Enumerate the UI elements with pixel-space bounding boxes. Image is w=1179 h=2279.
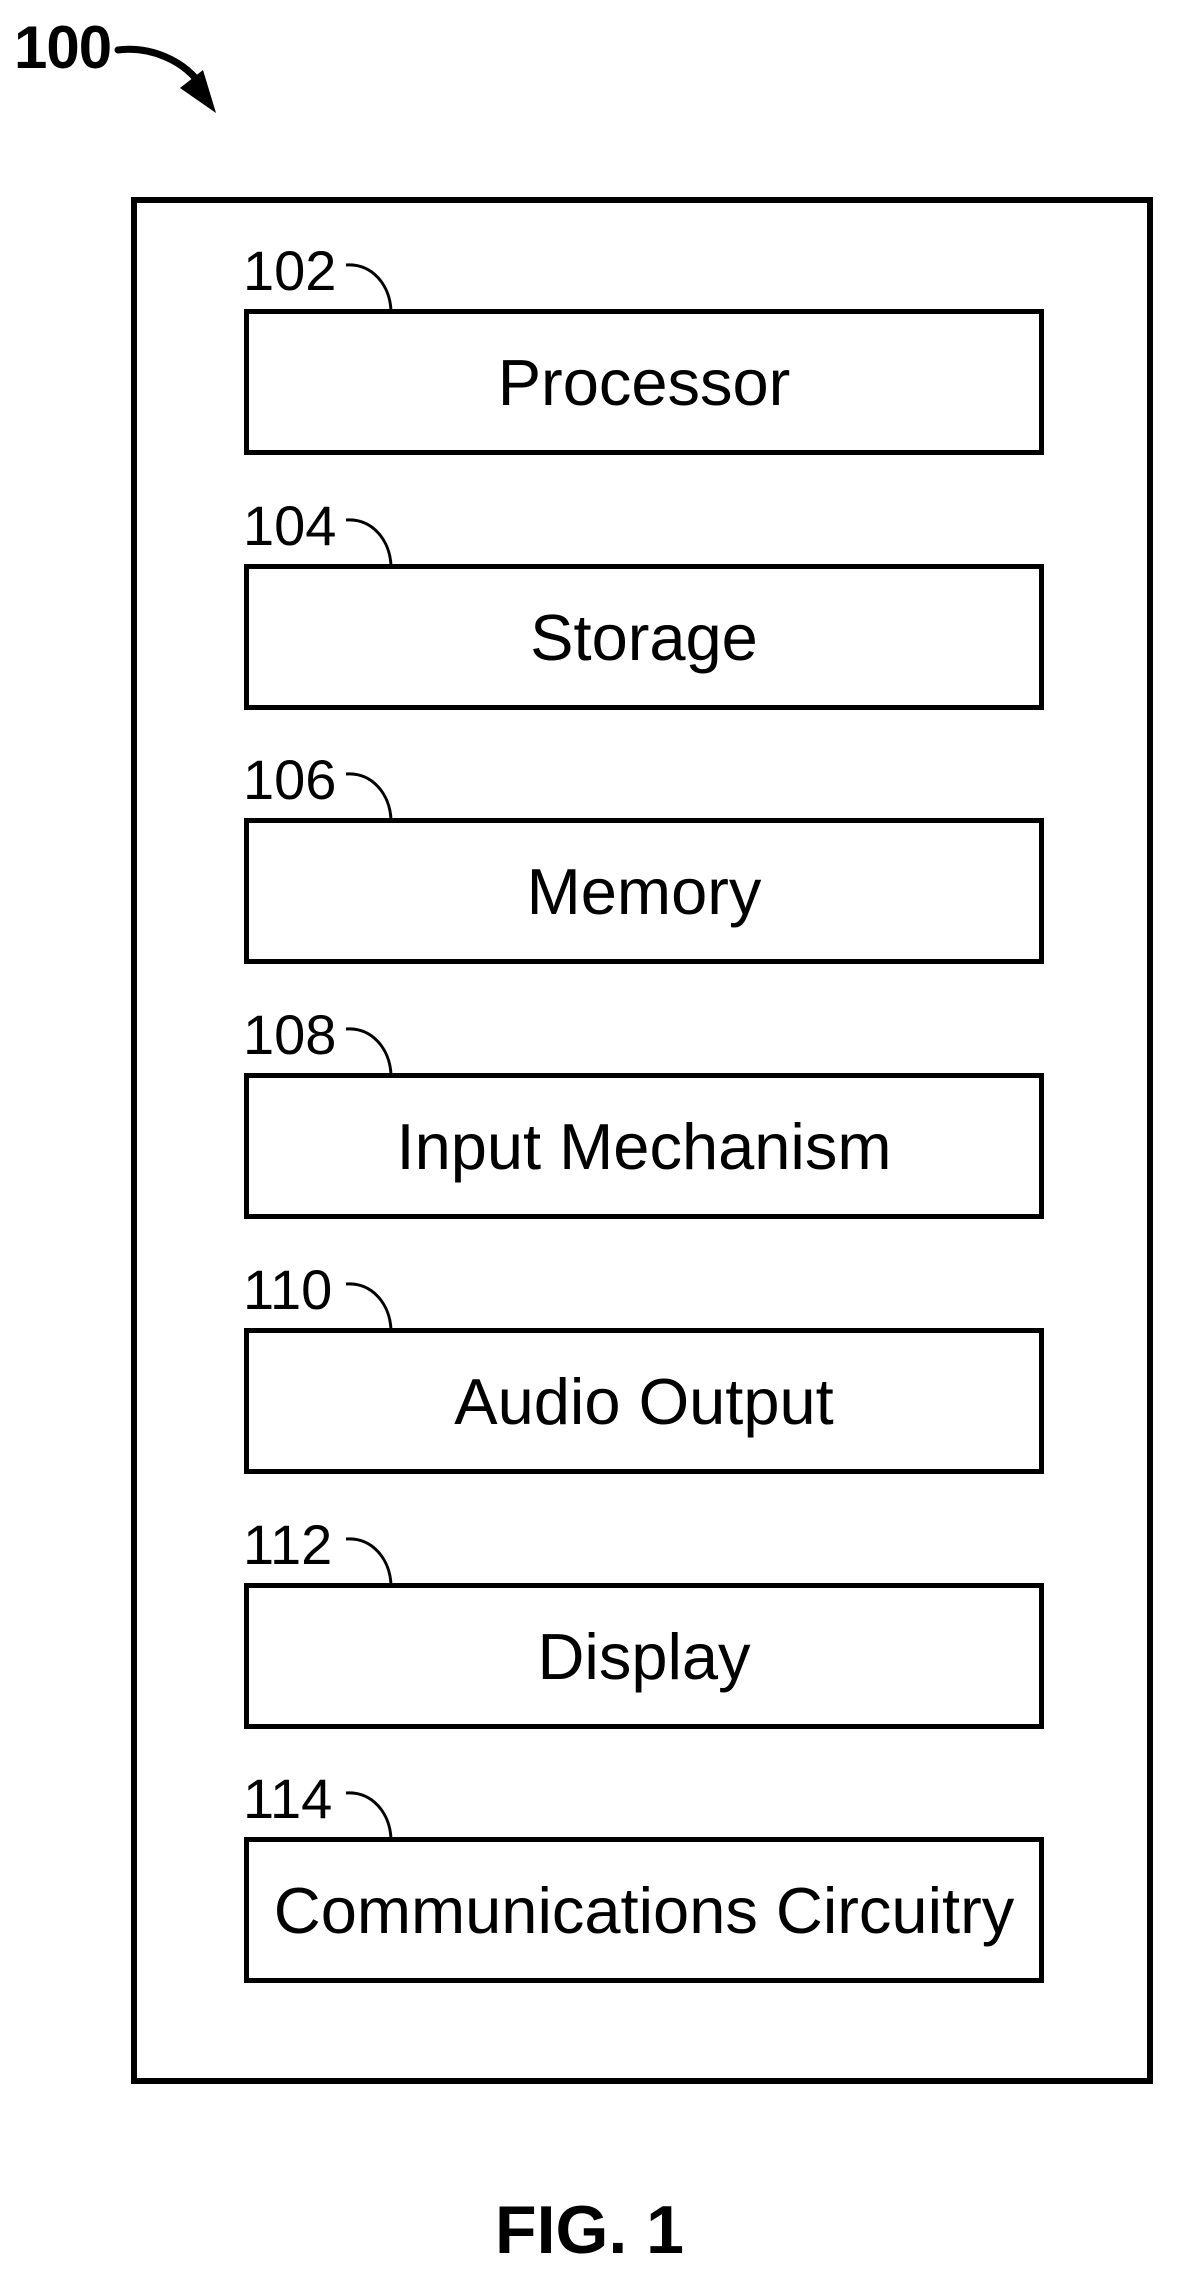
component-label: Communications Circuitry (273, 1873, 1015, 1947)
figure-caption: FIG. 1 (495, 2192, 684, 2268)
component-box: Communications Circuitry (244, 1837, 1044, 1983)
